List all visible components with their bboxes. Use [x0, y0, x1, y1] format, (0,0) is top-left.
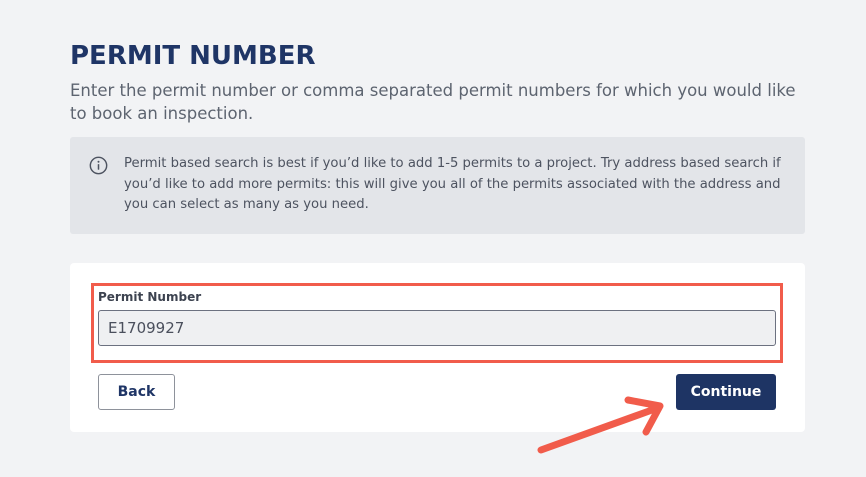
permit-number-label: Permit Number [98, 290, 202, 304]
page-subtitle: Enter the permit number or comma separat… [70, 81, 796, 123]
info-text: Permit based search is best if you’d lik… [124, 156, 781, 212]
continue-button[interactable]: Continue [676, 374, 776, 410]
back-button[interactable]: Back [98, 374, 175, 410]
page: PERMIT NUMBER Enter the permit number or… [0, 0, 866, 477]
arrow-pointer-icon [537, 396, 664, 454]
page-title: PERMIT NUMBER [70, 41, 316, 71]
info-circle-icon [89, 156, 108, 175]
permit-number-input[interactable] [98, 310, 776, 346]
info-banner: Permit based search is best if you’d lik… [70, 137, 805, 234]
